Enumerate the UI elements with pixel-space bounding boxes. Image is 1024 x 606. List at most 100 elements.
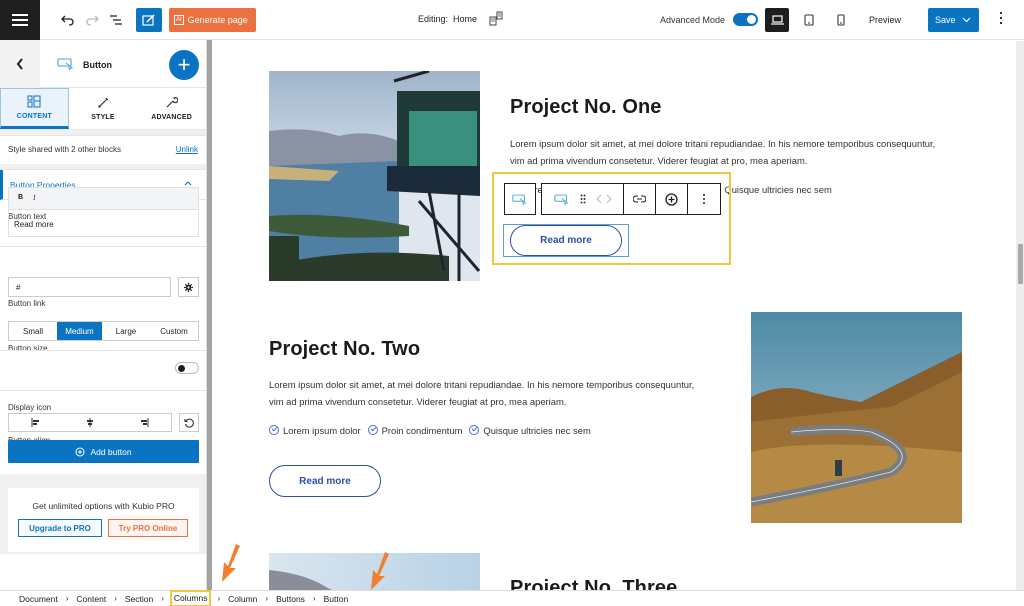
align-center-icon	[87, 418, 93, 427]
align-left-option[interactable]	[9, 414, 63, 431]
tab-content[interactable]: CONTENT	[0, 88, 69, 129]
breadcrumb-buttons[interactable]: Buttons	[274, 594, 307, 604]
edit-mode-button[interactable]	[136, 8, 162, 32]
pages-icon	[489, 11, 503, 26]
redo-icon	[86, 15, 99, 26]
shared-style-text: Style shared with 2 other blocks	[8, 145, 121, 154]
scrollbar-thumb[interactable]	[1018, 244, 1023, 284]
device-tablet-button[interactable]	[797, 8, 821, 32]
pro-promo-card: Get unlimited options with Kubio PRO Upg…	[8, 488, 199, 552]
feature-item: Proin condimentum	[367, 425, 462, 436]
project-one-read-more-button[interactable]: Read more	[510, 225, 622, 256]
align-right-option[interactable]	[117, 414, 171, 431]
move-left-right-icon[interactable]	[595, 194, 612, 204]
try-pro-online-button[interactable]: Try PRO Online	[108, 519, 188, 537]
more-options-button[interactable]	[996, 11, 1006, 28]
editing-prefix: Editing:	[418, 14, 449, 24]
ai-icon: AI	[174, 15, 184, 25]
tab-style[interactable]: STYLE	[69, 88, 138, 129]
button-text-value[interactable]: Read more	[9, 210, 198, 229]
preview-button[interactable]: Preview	[869, 15, 901, 25]
add-block-button[interactable]: +	[169, 50, 199, 80]
project-two-read-more-button[interactable]: Read more	[269, 465, 381, 497]
editing-page-name: Home	[453, 14, 478, 24]
plus-circle-icon	[665, 192, 678, 206]
generate-page-button[interactable]: AI Generate page	[169, 8, 256, 32]
canvas-scrollbar[interactable]	[1016, 41, 1024, 590]
sidebar-header: Button +	[0, 40, 206, 88]
breadcrumb-content[interactable]: Content	[74, 594, 108, 604]
link-button[interactable]	[624, 184, 656, 214]
redo-button[interactable]	[82, 10, 102, 30]
chevron-right-icon: ›	[265, 594, 269, 603]
bold-button[interactable]: B	[18, 194, 23, 209]
button-text-editor[interactable]: B I Read more	[8, 187, 199, 237]
align-center-option[interactable]	[63, 414, 117, 431]
breadcrumb-document[interactable]: Document	[17, 594, 60, 604]
breadcrumb-button[interactable]: Button	[322, 594, 351, 604]
annotation-arrow-icon	[371, 552, 389, 590]
feature-item: Lorem ipsum dolor	[269, 425, 361, 436]
editing-indicator: Editing: Home	[418, 14, 477, 24]
divider	[0, 350, 206, 351]
tab-advanced-label: ADVANCED	[151, 114, 193, 121]
breadcrumb-columns[interactable]: Columns	[169, 590, 212, 606]
device-desktop-button[interactable]	[765, 8, 789, 32]
size-small-option[interactable]: Small	[9, 322, 57, 340]
device-mobile-button[interactable]	[829, 8, 853, 32]
format-toolbar: B I	[9, 188, 198, 210]
tab-advanced[interactable]: ADVANCED	[137, 88, 206, 129]
menu-button[interactable]	[0, 0, 40, 40]
size-medium-option[interactable]: Medium	[57, 322, 102, 340]
kebab-icon	[999, 11, 1003, 25]
button-link-label: Button link	[8, 299, 46, 308]
button-block-icon[interactable]	[553, 193, 570, 206]
italic-button[interactable]: I	[33, 194, 35, 209]
select-parent-button[interactable]	[504, 183, 536, 215]
button-size-selector: Small Medium Large Custom	[8, 321, 199, 341]
block-type-group	[542, 184, 624, 214]
promo-text: Get unlimited options with Kubio PRO	[32, 501, 175, 511]
list-view-button[interactable]	[106, 10, 126, 30]
add-button-button[interactable]: Add button	[8, 440, 199, 463]
block-toolbar	[541, 183, 721, 215]
hamburger-icon	[12, 19, 28, 21]
button-link-input[interactable]: #	[8, 277, 171, 297]
page-switch-button[interactable]	[488, 11, 504, 32]
unlink-link[interactable]: Unlink	[176, 145, 198, 154]
block-title: Button	[83, 60, 112, 70]
breadcrumb-section[interactable]: Section	[123, 594, 155, 604]
advanced-mode-toggle[interactable]	[733, 13, 758, 26]
block-options-button[interactable]	[688, 184, 720, 214]
plus-icon: +	[177, 52, 191, 77]
save-button[interactable]: Save	[928, 8, 979, 32]
block-settings-sidebar: Button + CONTENT STYLE ADVANCED Style sh…	[0, 40, 207, 590]
tab-content-label: CONTENT	[16, 113, 52, 120]
brush-icon	[97, 97, 108, 108]
breadcrumb-column[interactable]: Column	[226, 594, 259, 604]
upgrade-to-pro-button[interactable]: Upgrade to PRO	[18, 519, 102, 537]
gear-icon	[184, 282, 193, 292]
reset-align-button[interactable]	[179, 413, 199, 432]
link-settings-button[interactable]	[178, 277, 199, 297]
top-toolbar: AI Generate page Editing: Home Advanced …	[0, 0, 1024, 40]
undo-button[interactable]	[58, 10, 78, 30]
chevron-down-icon[interactable]	[962, 15, 971, 25]
divider	[0, 246, 206, 247]
display-icon-toggle[interactable]	[175, 362, 199, 374]
add-button-label: Add button	[90, 446, 132, 457]
project-three-title: Project No. Three	[510, 577, 678, 590]
insert-button[interactable]	[656, 184, 688, 214]
drag-handle-icon[interactable]	[580, 194, 586, 204]
reset-icon	[184, 418, 194, 428]
edit-design-icon	[142, 14, 155, 26]
advanced-mode-label: Advanced Mode	[660, 15, 726, 25]
sidebar-tabs: CONTENT STYLE ADVANCED	[0, 88, 206, 130]
size-large-option[interactable]: Large	[102, 322, 150, 340]
project-one-image[interactable]	[269, 71, 480, 281]
chevron-right-icon: ›	[312, 594, 316, 603]
project-two-image[interactable]	[751, 312, 962, 523]
back-button[interactable]	[0, 40, 40, 88]
size-custom-option[interactable]: Custom	[150, 322, 198, 340]
wrench-icon	[166, 97, 179, 108]
